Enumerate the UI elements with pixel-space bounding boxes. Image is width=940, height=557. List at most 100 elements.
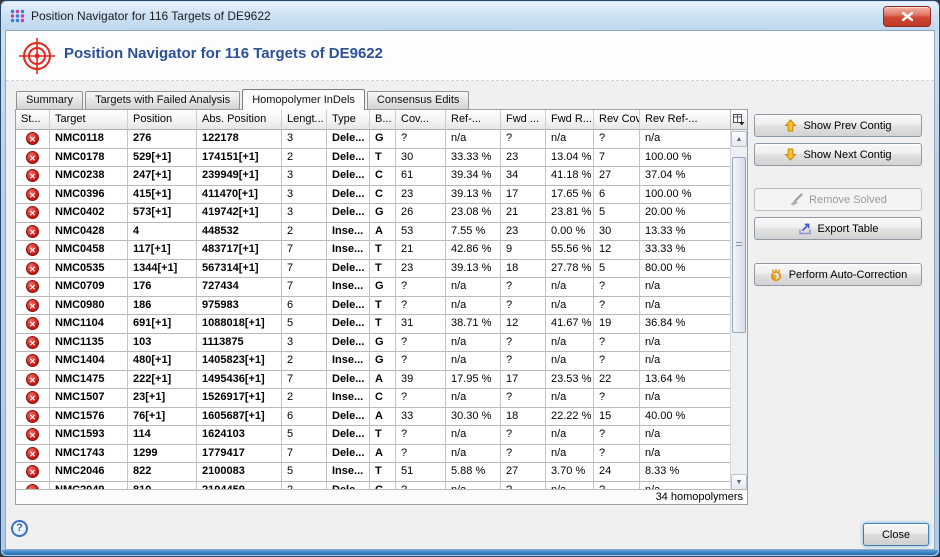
column-header[interactable]: Fwd ... — [501, 110, 546, 130]
app-icon — [10, 9, 25, 23]
help-button[interactable]: ? — [11, 520, 28, 537]
cell-fwd_ref_pct: 13.04 % — [546, 149, 594, 168]
cell-rev_coverage: 5 — [594, 260, 640, 279]
tab-homopolymer-indels[interactable]: Homopolymer InDels — [242, 89, 365, 110]
table-row[interactable]: ✕NMC0458117[+1]483717[+1]7Inse...T2142.8… — [16, 241, 730, 260]
cell-fwd_ref_pct: 41.67 % — [546, 315, 594, 334]
cell-length: 7 — [282, 445, 327, 464]
cell-rev_ref_pct: n/a — [640, 445, 730, 464]
cell-coverage: 21 — [396, 241, 446, 260]
cell-fwd_ref_pct: n/a — [546, 352, 594, 371]
column-header[interactable]: Ref-... — [446, 110, 501, 130]
table-row[interactable]: ✕NMC05351344[+1]567314[+1]7Dele...T2339.… — [16, 260, 730, 279]
column-header[interactable]: Fwd R... — [546, 110, 594, 130]
table-row[interactable]: ✕NMC0402573[+1]419742[+1]3Dele...G2623.0… — [16, 204, 730, 223]
table-row[interactable]: ✕NMC0178529[+1]174151[+1]2Dele...T3033.3… — [16, 149, 730, 168]
column-header[interactable]: Type — [327, 110, 370, 130]
cell-abs_position: 975983 — [197, 297, 282, 316]
cell-ref_pct: n/a — [446, 297, 501, 316]
tab-consensus-edits[interactable]: Consensus Edits — [367, 91, 470, 109]
table-row[interactable]: ✕NMC159311416241035Dele...T?n/a?n/a?n/a — [16, 426, 730, 445]
scroll-down-button[interactable]: ▼ — [731, 474, 747, 490]
cell-target: NMC0980 — [50, 297, 128, 316]
show-next-contig-button[interactable]: Show Next Contig — [754, 143, 922, 166]
cell-ref_pct: 23.08 % — [446, 204, 501, 223]
table-row[interactable]: ✕NMC042844485322Inse...A537.55 %230.00 %… — [16, 223, 730, 242]
remove-solved-button[interactable]: Remove Solved — [754, 188, 922, 211]
scroll-up-button[interactable]: ▲ — [731, 131, 747, 147]
table-row[interactable]: ✕NMC1475222[+1]1495436[+1]7Dele...A3917.… — [16, 371, 730, 390]
cell-coverage: ? — [396, 297, 446, 316]
cell-abs_position: 1495436[+1] — [197, 371, 282, 390]
tab-targets-with-failed-analysis[interactable]: Targets with Failed Analysis — [85, 91, 240, 109]
error-status-icon: ✕ — [26, 373, 39, 386]
column-header[interactable]: Rev Ref-... — [640, 110, 730, 130]
cell-base: A — [370, 223, 396, 242]
cell-fwd_coverage: 9 — [501, 241, 546, 260]
column-config-icon — [733, 114, 745, 126]
cell-position: 103 — [128, 334, 197, 353]
titlebar[interactable]: Position Navigator for 116 Targets of DE… — [2, 2, 938, 30]
column-header[interactable]: Cov... — [396, 110, 446, 130]
cell-status: ✕ — [16, 389, 50, 408]
table-row[interactable]: ✕NMC1404480[+1]1405823[+1]2Inse...G?n/a?… — [16, 352, 730, 371]
table-row[interactable]: ✕NMC01182761221783Dele...G?n/a?n/a?n/a — [16, 130, 730, 149]
column-header[interactable]: Abs. Position — [197, 110, 282, 130]
cell-fwd_coverage: ? — [501, 352, 546, 371]
table-row[interactable]: ✕NMC157676[+1]1605687[+1]6Dele...A3330.3… — [16, 408, 730, 427]
cell-type: Inse... — [327, 278, 370, 297]
cell-fwd_coverage: 21 — [501, 204, 546, 223]
cell-abs_position: 419742[+1] — [197, 204, 282, 223]
table-row[interactable]: ✕NMC07091767274347Inse...G?n/a?n/a?n/a — [16, 278, 730, 297]
cell-base: G — [370, 130, 396, 149]
cell-status: ✕ — [16, 149, 50, 168]
error-status-icon: ✕ — [26, 206, 39, 219]
cell-base: T — [370, 426, 396, 445]
cell-rev_ref_pct: n/a — [640, 130, 730, 149]
error-status-icon: ✕ — [26, 391, 39, 404]
cell-ref_pct: n/a — [446, 445, 501, 464]
table-header-row: St...TargetPositionAbs. PositionLengt...… — [16, 110, 730, 130]
column-header[interactable]: St... — [16, 110, 50, 130]
table-row[interactable]: ✕NMC113510311138753Dele...G?n/a?n/a?n/a — [16, 334, 730, 353]
table-row[interactable]: ✕NMC0238247[+1]239949[+1]3Dele...C6139.3… — [16, 167, 730, 186]
cell-target: NMC1475 — [50, 371, 128, 390]
column-header[interactable]: Lengt... — [282, 110, 327, 130]
cell-rev_coverage: ? — [594, 334, 640, 353]
tab-summary[interactable]: Summary — [16, 91, 83, 109]
cell-length: 7 — [282, 278, 327, 297]
export-table-button[interactable]: Export Table — [754, 217, 922, 240]
column-config-button[interactable] — [730, 110, 747, 130]
cell-rev_coverage: 15 — [594, 408, 640, 427]
column-header[interactable]: Target — [50, 110, 128, 130]
table-row[interactable]: ✕NMC09801869759836Dele...T?n/a?n/a?n/a — [16, 297, 730, 316]
show-prev-contig-button[interactable]: Show Prev Contig — [754, 114, 922, 137]
column-header[interactable]: Position — [128, 110, 197, 130]
error-status-icon: ✕ — [26, 262, 39, 275]
column-header[interactable]: Rev Cove... — [594, 110, 640, 130]
cell-rev_ref_pct: 37.04 % — [640, 167, 730, 186]
window-close-button[interactable] — [883, 6, 931, 27]
table-row[interactable]: ✕NMC150723[+1]1526917[+1]2Inse...C?n/a?n… — [16, 389, 730, 408]
close-button[interactable]: Close — [863, 523, 929, 546]
vertical-scrollbar[interactable]: ▲ ▼ — [730, 130, 747, 491]
cell-target: NMC0458 — [50, 241, 128, 260]
table-row[interactable]: ✕NMC0396415[+1]411470[+1]3Dele...C2339.1… — [16, 186, 730, 205]
perform-auto-correction-button[interactable]: Perform Auto-Correction — [754, 263, 922, 286]
cell-type: Inse... — [327, 241, 370, 260]
cell-rev_coverage: 12 — [594, 241, 640, 260]
table-row[interactable]: ✕NMC204682221000835Inse...T515.88 %273.7… — [16, 463, 730, 482]
table-row[interactable]: ✕NMC1104691[+1]1088018[+1]5Dele...T3138.… — [16, 315, 730, 334]
cell-rev_ref_pct: 20.00 % — [640, 204, 730, 223]
column-header[interactable]: B... — [370, 110, 396, 130]
scrollbar-thumb[interactable] — [732, 157, 746, 333]
cell-type: Dele... — [327, 186, 370, 205]
cell-status: ✕ — [16, 408, 50, 427]
cell-rev_ref_pct: n/a — [640, 297, 730, 316]
table-row[interactable]: ✕NMC1743129917794177Dele...A?n/a?n/a?n/a — [16, 445, 730, 464]
cell-target: NMC0396 — [50, 186, 128, 205]
cell-ref_pct: 30.30 % — [446, 408, 501, 427]
cell-abs_position: 448532 — [197, 223, 282, 242]
broom-icon — [789, 193, 803, 206]
cell-fwd_coverage: ? — [501, 278, 546, 297]
